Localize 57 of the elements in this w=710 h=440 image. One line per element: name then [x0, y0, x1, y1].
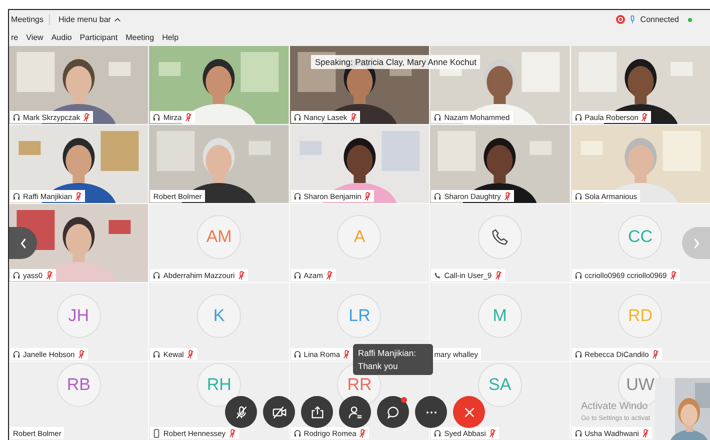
avatar-initials: RH: [197, 363, 242, 407]
menu-item[interactable]: View: [26, 33, 44, 42]
active-speaker-banner: Speaking: Patricia Clay, Mary Anne Kochut: [311, 55, 480, 69]
avatar-initials: AM: [197, 215, 242, 259]
avatar-initials: RD: [618, 294, 662, 338]
headset-icon: [153, 350, 160, 358]
chat-sender: Raffi Manjikian:: [358, 348, 417, 358]
more-icon: [426, 410, 436, 414]
headset-icon: [294, 428, 301, 438]
headset-icon: [434, 192, 442, 200]
headset-icon: [574, 112, 582, 122]
headset-icon: [13, 270, 20, 280]
headset-icon: [574, 428, 582, 438]
headset-icon: [574, 192, 582, 200]
avatar-initials: A: [337, 215, 382, 259]
chevron-left-icon: [18, 236, 28, 250]
headset-icon: [434, 428, 442, 438]
phone-icon: [490, 228, 509, 246]
video-off-icon: [272, 404, 286, 420]
microphone-icon: [630, 15, 636, 24]
menu-item[interactable]: Meeting: [126, 33, 154, 42]
headset-icon: [153, 270, 160, 280]
share-icon: [310, 404, 324, 420]
avatar-initials: CC: [618, 215, 662, 259]
muted-microphone-icon: [234, 404, 248, 420]
avatar-initials: K: [197, 294, 242, 338]
chevron-right-icon: [692, 236, 700, 250]
headset-icon: [294, 270, 301, 280]
headset-icon: [13, 192, 20, 200]
caret-icon: [114, 17, 121, 22]
hide-menu-bar-button[interactable]: Hide menu bar: [56, 15, 123, 24]
connection-status: Connected: [640, 15, 679, 24]
menu-item[interactable]: Help: [162, 33, 179, 42]
menu-item[interactable]: Participant: [80, 33, 118, 42]
avatar-initials: LR: [337, 294, 382, 338]
avatar-initials: M: [478, 294, 522, 338]
participants-icon: [348, 404, 362, 420]
headset-icon: [13, 112, 20, 122]
device-icon: [153, 428, 160, 438]
headset-icon: [574, 270, 582, 280]
meetings-tab[interactable]: Meetings: [11, 15, 44, 24]
avatar-initials: SA: [478, 363, 522, 407]
phone-icon: [434, 270, 442, 280]
headset-icon: [294, 350, 301, 358]
chat-bubble-icon: [386, 404, 400, 420]
previous-page-button[interactable]: [9, 227, 37, 259]
activation-notice-title: Activate Windo: [581, 401, 649, 412]
avatar-initials: JH: [56, 294, 101, 338]
headset-icon: [434, 112, 442, 122]
avatar-initials: RB: [56, 363, 101, 407]
headset-icon: [574, 350, 582, 358]
headset-icon: [153, 112, 160, 122]
menu-item[interactable]: re: [11, 33, 18, 42]
headset-icon: [294, 112, 301, 122]
headset-icon: [13, 350, 20, 358]
headset-icon: [294, 192, 301, 200]
menu-item[interactable]: Audio: [51, 33, 72, 42]
